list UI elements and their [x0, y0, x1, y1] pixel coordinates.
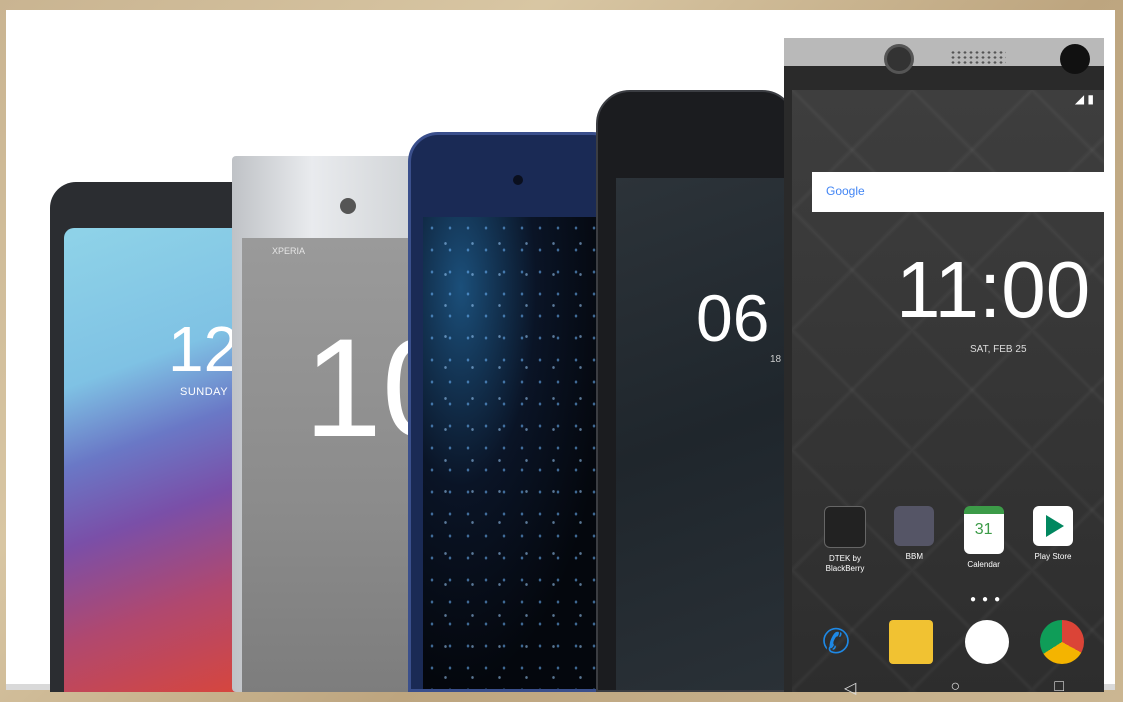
app-row: DTEK by BlackBerry BBM 31 Calendar Play …	[814, 506, 1084, 573]
blackberry-phone: ◢ ▮ Google 11:00 SAT, FEB 25 DTEK by Bla…	[784, 38, 1104, 697]
google-logo: Google	[826, 184, 865, 198]
huawei-phone	[408, 132, 622, 692]
huawei-screen	[423, 217, 613, 689]
blackberry-clock-time: 11:00	[896, 245, 1091, 334]
recents-icon[interactable]: □	[1054, 678, 1064, 698]
nokia-screen	[616, 178, 794, 690]
app-calendar[interactable]: 31 Calendar	[953, 506, 1015, 573]
starfield-wallpaper	[423, 217, 613, 689]
app-play-store[interactable]: Play Store	[1022, 506, 1084, 573]
app-bbm[interactable]: BBM	[883, 506, 945, 573]
camera-icon	[513, 175, 523, 185]
sony-screen: XPERIA 10	[242, 238, 432, 692]
sony-phone: XPERIA 10	[232, 156, 432, 692]
bbm-icon	[894, 506, 935, 546]
page-indicator: ●●●	[970, 594, 1007, 605]
image-frame: 12 SUNDAY XPERIA 10 06 18 ◢ ▮ Google 11:…	[6, 10, 1115, 697]
home-icon[interactable]: ○	[950, 678, 960, 698]
lg-lock-day: SUNDAY	[180, 386, 229, 398]
navigation-bar: ◁ ○ □	[844, 678, 1064, 698]
app-dtek[interactable]: DTEK by BlackBerry	[814, 506, 876, 573]
dtek-icon	[824, 506, 866, 548]
calendar-icon: 31	[963, 506, 1004, 554]
phone-icon[interactable]: ✆	[814, 620, 858, 664]
play-store-icon	[1032, 506, 1073, 546]
signal-battery-icon: ◢ ▮	[1074, 92, 1094, 106]
apps-drawer-icon[interactable]	[964, 620, 1009, 664]
lg-screen	[64, 228, 260, 692]
google-search-bar[interactable]: Google	[812, 172, 1104, 212]
sensor-icon	[1060, 44, 1090, 74]
calendar-day: 31	[974, 521, 993, 538]
blackberry-clock-date: SAT, FEB 25	[970, 344, 1027, 355]
camera-icon	[340, 198, 356, 214]
sony-brand-label: XPERIA	[272, 246, 306, 256]
chrome-icon[interactable]	[1039, 620, 1084, 664]
app-label: BBM	[905, 552, 923, 561]
app-label: DTEK by BlackBerry	[825, 554, 865, 573]
app-label: Play Store	[1034, 552, 1072, 561]
app-label: Calendar	[967, 560, 1000, 569]
speaker-grille	[950, 50, 1006, 64]
messages-icon[interactable]	[889, 620, 934, 664]
nokia-phone: 06 18	[596, 90, 796, 692]
back-icon[interactable]: ◁	[844, 678, 856, 698]
nokia-lock-time: 06	[696, 281, 770, 355]
camera-icon	[884, 44, 914, 74]
lg-phone: 12 SUNDAY	[50, 182, 260, 692]
nokia-lock-date: 18	[770, 354, 782, 365]
lg-lock-time: 12	[168, 313, 240, 385]
dock: ✆	[814, 620, 1084, 664]
